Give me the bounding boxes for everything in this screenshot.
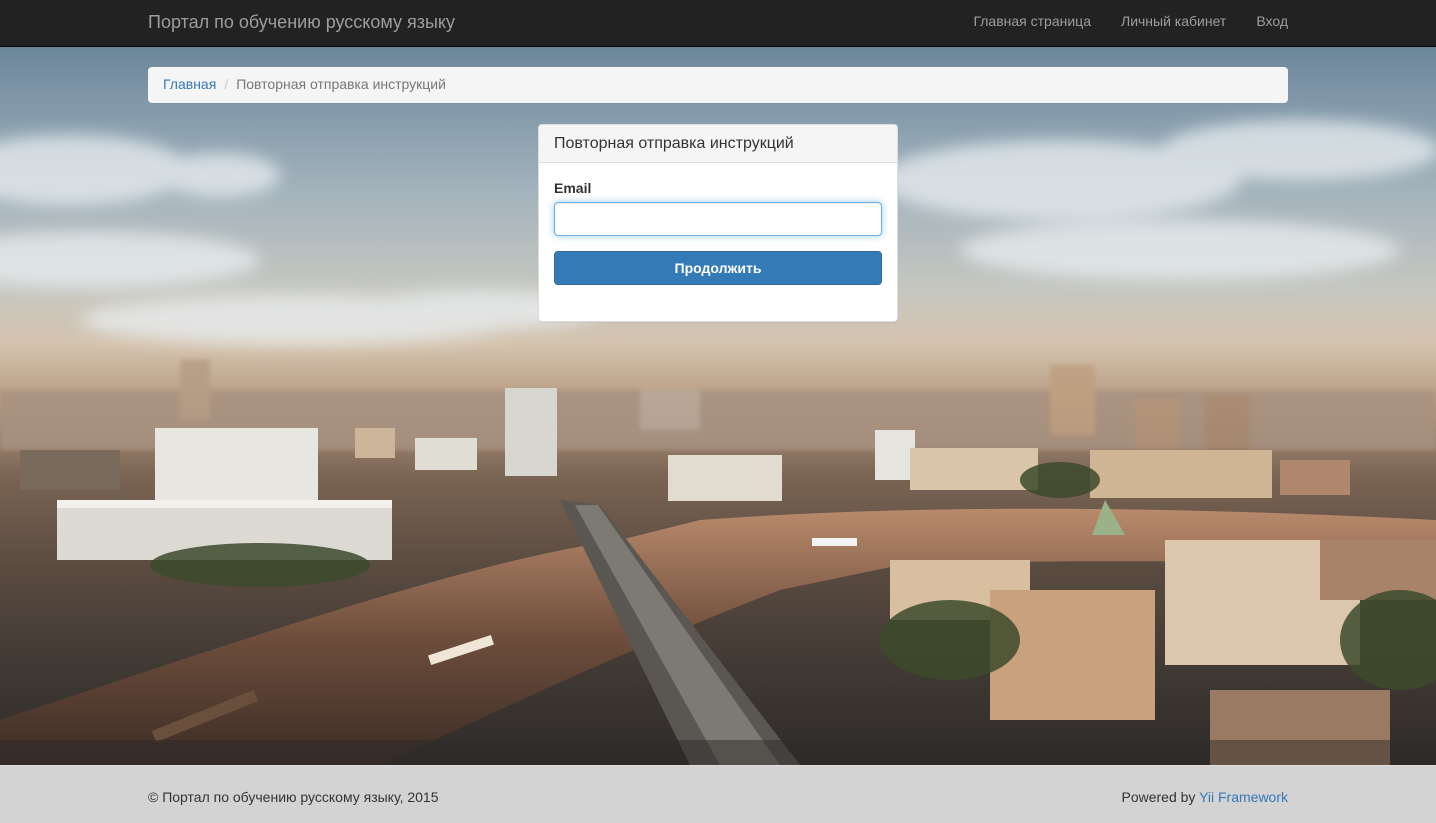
- nav-links: Главная страница Личный кабинет Вход: [973, 13, 1288, 29]
- brand-link[interactable]: Портал по обучению русскому языку: [148, 12, 455, 33]
- navbar: Портал по обучению русскому языку Главна…: [0, 0, 1436, 47]
- email-label: Email: [554, 180, 592, 196]
- breadcrumb-separator: /: [224, 76, 229, 92]
- nav-link-account[interactable]: Личный кабинет: [1121, 13, 1226, 29]
- panel-body: Email Продолжить: [539, 163, 897, 300]
- email-input[interactable]: [554, 202, 882, 236]
- nav-link-login[interactable]: Вход: [1256, 13, 1288, 29]
- footer-copyright: © Портал по обучению русскому языку, 201…: [148, 789, 439, 805]
- footer: © Портал по обучению русскому языку, 201…: [0, 765, 1436, 823]
- breadcrumb: Главная / Повторная отправка инструкций: [148, 67, 1288, 103]
- nav-link-home[interactable]: Главная страница: [973, 13, 1091, 29]
- resend-instructions-panel: Повторная отправка инструкций Email Прод…: [538, 124, 898, 322]
- breadcrumb-home-link[interactable]: Главная: [163, 76, 216, 92]
- breadcrumb-current: Повторная отправка инструкций: [236, 76, 446, 92]
- yii-framework-link[interactable]: Yii Framework: [1199, 789, 1288, 805]
- footer-powered-by: Powered by Yii Framework: [1121, 789, 1288, 805]
- powered-by-text: Powered by: [1121, 789, 1200, 805]
- panel-title: Повторная отправка инструкций: [554, 135, 794, 152]
- panel-heading: Повторная отправка инструкций: [539, 125, 897, 163]
- background-city-photo: [0, 0, 1436, 765]
- continue-button[interactable]: Продолжить: [554, 251, 882, 285]
